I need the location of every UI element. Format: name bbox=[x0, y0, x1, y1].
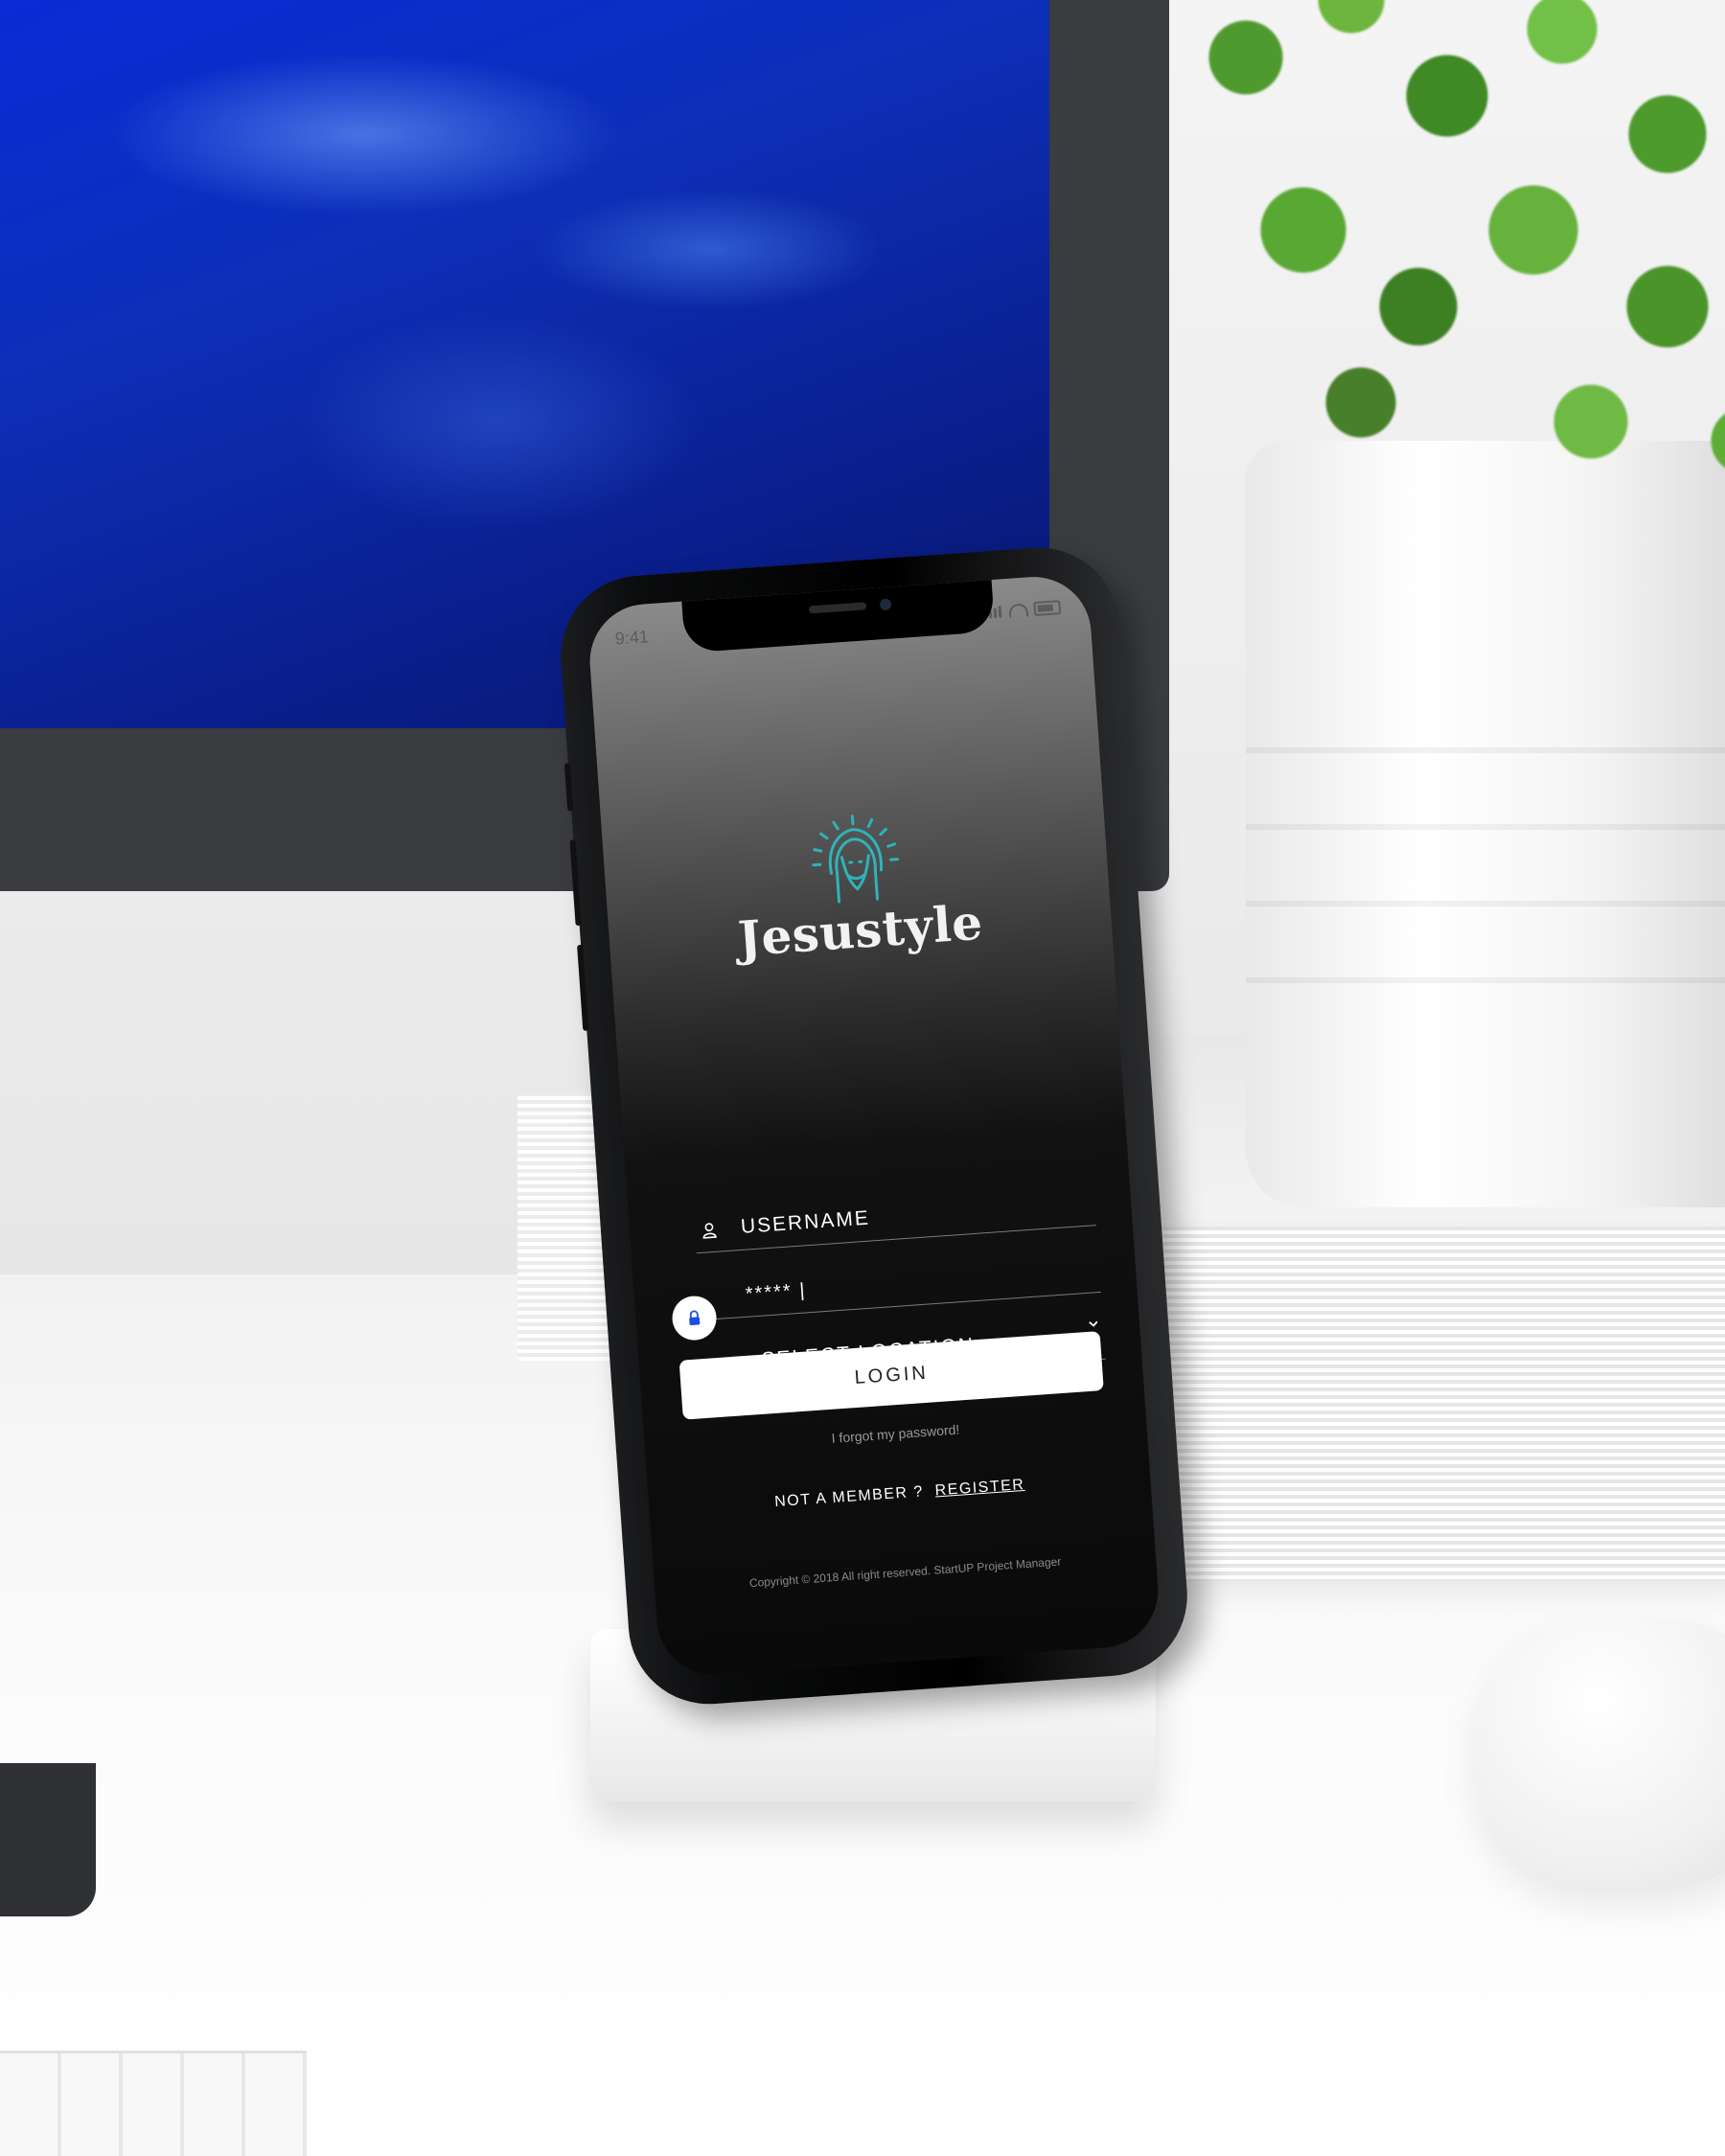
pot-ridge bbox=[1246, 977, 1725, 983]
member-prefix: NOT A MEMBER ? bbox=[773, 1483, 925, 1511]
pot-ridge bbox=[1246, 901, 1725, 906]
speaker-grille bbox=[808, 602, 867, 614]
paper-stack bbox=[1131, 1227, 1725, 1581]
photo-scene: 9:41 Jesustyle USERNAME ***** | LOGIN I … bbox=[0, 0, 1725, 2156]
register-link[interactable]: REGISTER bbox=[934, 1477, 1025, 1500]
plant-foliage bbox=[1131, 0, 1725, 537]
status-time: 9:41 bbox=[614, 627, 650, 649]
earbuds-case bbox=[1476, 1619, 1725, 1888]
wifi-icon bbox=[1008, 602, 1029, 618]
front-camera bbox=[879, 598, 892, 611]
password-value: ***** | bbox=[745, 1279, 808, 1305]
username-label: USERNAME bbox=[740, 1206, 871, 1238]
battery-icon bbox=[1033, 600, 1062, 617]
phone: 9:41 Jesustyle USERNAME ***** | LOGIN I … bbox=[555, 542, 1193, 1709]
pot-ridge bbox=[1246, 747, 1725, 753]
pot-ridge bbox=[1246, 824, 1725, 830]
chevron-down-icon bbox=[1089, 1320, 1098, 1327]
user-icon bbox=[702, 1223, 717, 1239]
plant-pot bbox=[1246, 441, 1725, 1207]
keyboard bbox=[0, 2051, 307, 2156]
monitor-stand bbox=[0, 1763, 96, 1916]
jesus-halo-icon bbox=[812, 814, 900, 904]
notch bbox=[681, 578, 996, 654]
phone-screen: 9:41 Jesustyle USERNAME ***** | LOGIN I … bbox=[586, 573, 1162, 1679]
status-icons bbox=[983, 600, 1062, 620]
register-prompt: NOT A MEMBER ? REGISTER bbox=[649, 1468, 1151, 1521]
copyright-text: Copyright © 2018 All right reserved. Sta… bbox=[748, 1554, 1062, 1591]
